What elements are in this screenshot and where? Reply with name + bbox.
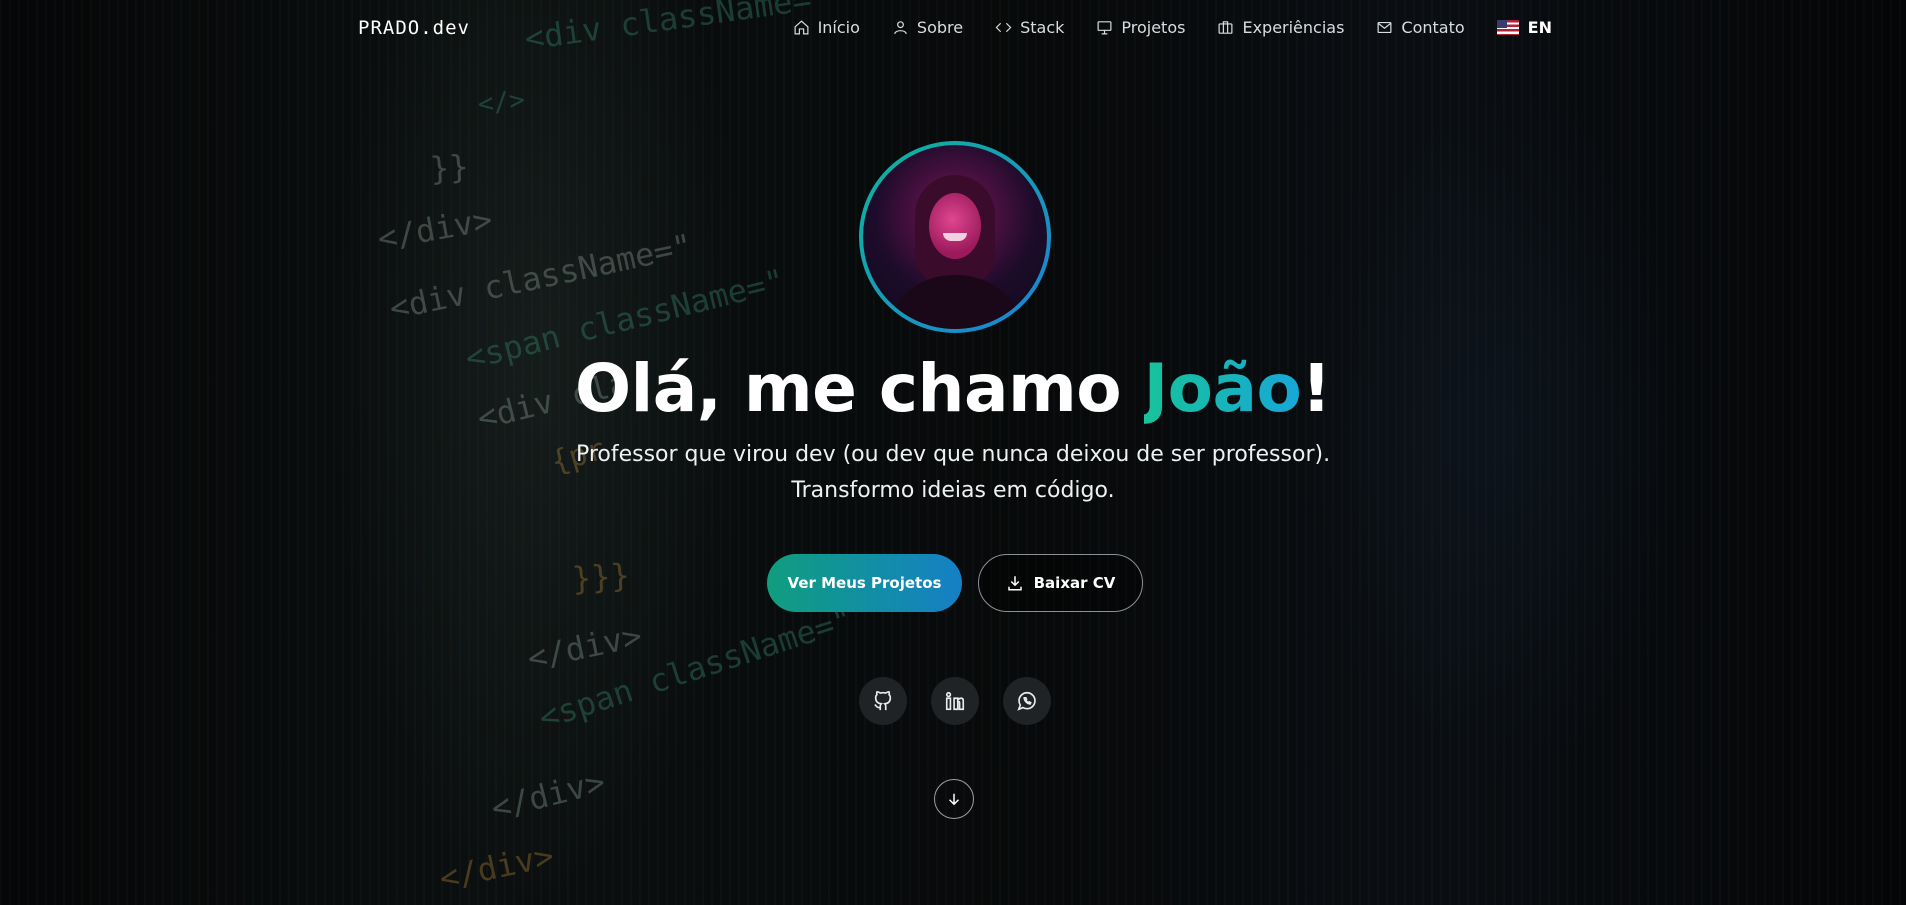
hero-subtitle-line2: Transformo ideias em código. <box>791 478 1115 503</box>
language-label: EN <box>1527 18 1552 37</box>
nav-item-contato[interactable]: Contato <box>1376 18 1465 37</box>
github-link[interactable] <box>859 677 907 725</box>
whatsapp-icon <box>1017 691 1036 711</box>
home-icon <box>794 20 809 35</box>
mail-icon <box>1377 21 1392 34</box>
linkedin-icon <box>945 691 965 711</box>
download-icon <box>1007 576 1022 591</box>
user-icon <box>894 21 907 35</box>
headline-prefix: Olá, me chamo <box>575 350 1144 427</box>
bg-code-line: </> <box>476 85 527 120</box>
nav-menu: Início Sobre Stack Projetos Experiências… <box>793 18 1552 37</box>
brand-logo[interactable]: PRADO.dev <box>358 17 470 39</box>
language-switcher[interactable]: EN <box>1496 18 1552 37</box>
nav-item-label: Experiências <box>1242 18 1345 37</box>
profile-avatar <box>859 141 1051 333</box>
view-projects-label: Ver Meus Projetos <box>787 574 942 592</box>
scroll-down-button[interactable] <box>934 779 974 819</box>
bg-code-line: }} <box>428 147 470 188</box>
headline-name: João <box>1143 350 1302 427</box>
whatsapp-link[interactable] <box>1003 677 1051 725</box>
nav-item-experiencias[interactable]: Experiências <box>1217 18 1344 37</box>
view-projects-button[interactable]: Ver Meus Projetos <box>767 554 962 612</box>
download-cv-button[interactable]: Baixar CV <box>978 554 1143 612</box>
hero-headline: Olá, me chamo João! <box>0 350 1906 427</box>
arrow-down-icon <box>948 793 960 806</box>
nav-item-projetos[interactable]: Projetos <box>1096 18 1185 37</box>
code-icon <box>995 22 1012 33</box>
briefcase-icon <box>1218 21 1233 34</box>
nav-item-label: Sobre <box>916 18 964 37</box>
download-cv-label: Baixar CV <box>1033 574 1116 592</box>
top-navigation: PRADO.dev Início Sobre Stack Projetos Ex… <box>0 0 1906 58</box>
hero-subtitle-line1: Professor que virou dev (ou dev que nunc… <box>575 442 1331 467</box>
nav-item-inicio[interactable]: Início <box>793 18 860 37</box>
headline-suffix: ! <box>1301 350 1331 427</box>
nav-item-label: Contato <box>1401 18 1465 37</box>
github-icon <box>874 691 892 711</box>
nav-item-label: Stack <box>1020 18 1065 37</box>
nav-item-label: Projetos <box>1121 18 1186 37</box>
us-flag-icon <box>1496 20 1519 35</box>
nav-item-label: Início <box>817 18 860 37</box>
bg-code-line: }}} <box>570 556 631 598</box>
linkedin-link[interactable] <box>931 677 979 725</box>
monitor-icon <box>1097 21 1112 35</box>
nav-item-sobre[interactable]: Sobre <box>892 18 963 37</box>
nav-item-stack[interactable]: Stack <box>995 18 1064 37</box>
